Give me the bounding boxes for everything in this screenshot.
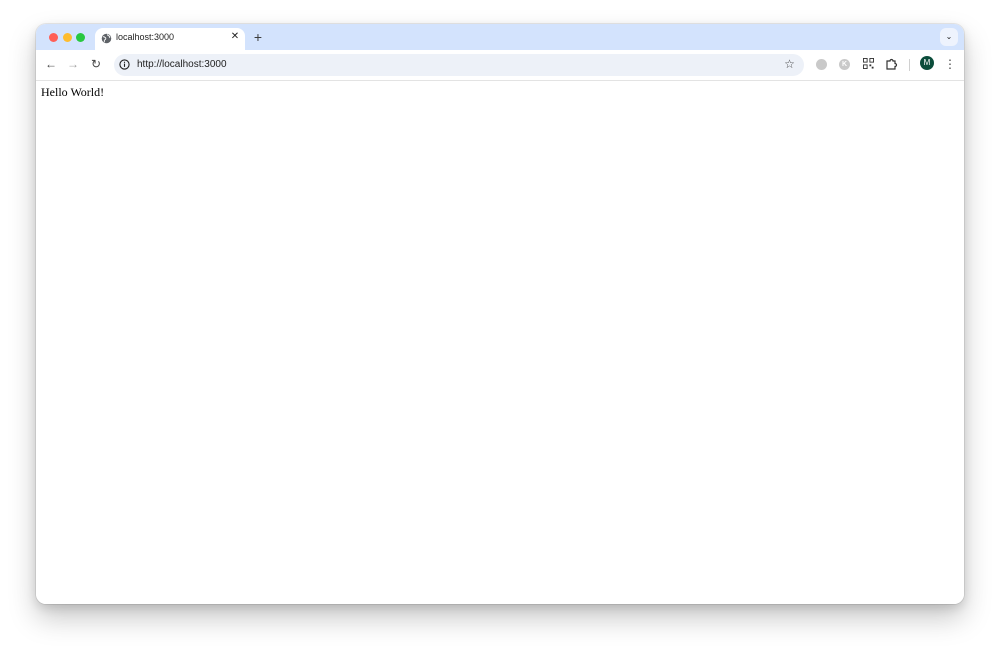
close-icon[interactable]: ✕: [230, 32, 240, 42]
window-maximize-button[interactable]: [76, 33, 85, 42]
address-bar[interactable]: http://localhost:3000 ☆: [114, 54, 804, 76]
menu-kebab-icon[interactable]: ⋮: [944, 57, 956, 71]
page-viewport: Hello World!: [36, 81, 964, 604]
tab-strip: localhost:3000 ✕ + ⌄: [36, 24, 964, 52]
browser-toolbar: ← → ↻ http://localhost:3000 ☆ K M ⋮: [36, 50, 964, 81]
profile-avatar[interactable]: M: [920, 56, 934, 70]
url-text[interactable]: http://localhost:3000: [137, 59, 227, 70]
forward-arrow-icon[interactable]: →: [66, 57, 80, 71]
tab-title: localhost:3000: [116, 32, 175, 42]
extensions-puzzle-icon[interactable]: [885, 57, 899, 71]
tab-localhost[interactable]: localhost:3000 ✕: [95, 28, 245, 52]
globe-icon: [101, 33, 112, 44]
extension-k-letter: K: [841, 61, 848, 68]
extension-icon[interactable]: [816, 59, 827, 70]
window-minimize-button[interactable]: [63, 33, 72, 42]
reload-icon[interactable]: ↻: [89, 57, 103, 71]
chevron-down-icon[interactable]: ⌄: [940, 28, 958, 46]
window-close-button[interactable]: [49, 33, 58, 42]
browser-window: localhost:3000 ✕ + ⌄ ← → ↻ http://localh…: [36, 24, 964, 604]
qr-code-icon[interactable]: [863, 58, 874, 69]
new-tab-button[interactable]: +: [251, 30, 265, 44]
toolbar-divider: [909, 59, 910, 71]
page-body-text: Hello World!: [41, 85, 105, 99]
bookmark-star-icon[interactable]: ☆: [783, 58, 796, 71]
extension-k-icon[interactable]: K: [839, 59, 850, 70]
info-icon[interactable]: [119, 59, 130, 70]
back-arrow-icon[interactable]: ←: [44, 57, 58, 71]
